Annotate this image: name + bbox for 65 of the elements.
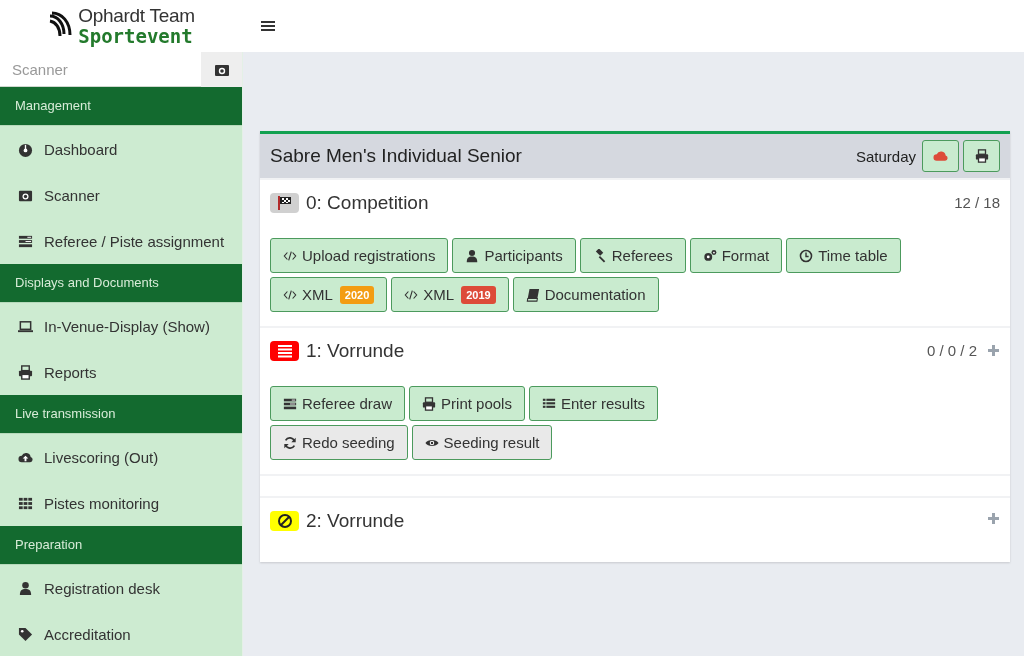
gauge-icon <box>18 141 33 157</box>
printer-icon <box>422 396 437 411</box>
clock-icon <box>799 248 814 263</box>
action-button[interactable]: Format <box>689 238 783 273</box>
sidebar-item[interactable]: Registration desk <box>0 565 242 611</box>
sidebar-section-header: Displays and Documents <box>0 264 242 303</box>
book-icon <box>525 287 540 302</box>
year-badge: 2019 <box>461 285 496 304</box>
sidebar-item[interactable]: Reports <box>0 349 242 395</box>
add-button[interactable] <box>987 344 1000 357</box>
bars-icon <box>283 396 297 411</box>
sidebar-item[interactable]: Accreditation <box>0 611 242 656</box>
ban-icon <box>276 513 293 529</box>
action-button[interactable]: Redo seeding <box>270 425 408 460</box>
stage-count: 12 / 18 <box>954 194 1000 211</box>
sidebar-section-header: Live transmission <box>0 395 242 434</box>
plus-icon <box>988 513 999 524</box>
sidebar-section-header: Management <box>0 87 242 126</box>
cloud-icon <box>933 150 948 162</box>
laptop-icon <box>18 318 33 334</box>
list-icon <box>541 396 556 411</box>
stage-count: 0 / 0 / 2 <box>926 342 977 359</box>
bars-icon <box>18 233 33 249</box>
action-button[interactable]: Referees <box>579 238 686 273</box>
stage-title: 1: Vorrunde <box>306 340 405 362</box>
sidebar-item[interactable]: Pistes monitoring <box>0 480 242 526</box>
menu-icon <box>261 20 275 32</box>
action-button[interactable]: Referee draw <box>270 386 406 421</box>
user-icon <box>465 248 480 263</box>
camera-button[interactable] <box>201 52 242 87</box>
sidebar-item[interactable]: In-Venue-Display (Show) <box>0 303 242 349</box>
action-button[interactable]: Upload registrations <box>270 238 449 273</box>
year-badge: 2020 <box>339 285 375 304</box>
print-button[interactable] <box>963 140 1000 172</box>
card-title: Sabre Men's Individual Senior <box>270 145 522 167</box>
list-icon <box>276 343 293 359</box>
action-button[interactable]: Seeding result <box>411 425 553 460</box>
action-button[interactable]: XML 2019 <box>391 277 509 312</box>
action-button[interactable]: Participants <box>452 238 576 273</box>
action-button[interactable]: XML 2020 <box>270 277 388 312</box>
tag-icon <box>18 626 33 642</box>
scanner-field[interactable]: Scanner <box>0 52 201 87</box>
sidebar-item[interactable]: Referee / Piste assignment <box>0 218 242 264</box>
action-button[interactable]: Enter results <box>528 386 659 421</box>
printer-icon <box>18 364 33 380</box>
action-button[interactable]: Time table <box>786 238 901 273</box>
action-button[interactable]: Print pools <box>409 386 525 421</box>
sidebar-item[interactable]: Dashboard <box>0 126 242 172</box>
grid-icon <box>18 495 33 511</box>
logo-text: Ophardt Team <box>78 6 195 26</box>
day-label: Saturday <box>855 147 916 165</box>
add-button[interactable] <box>987 512 1000 525</box>
sidebar-item[interactable]: Scanner <box>0 172 242 218</box>
user-icon <box>18 580 33 596</box>
action-button[interactable]: Documentation <box>512 277 659 312</box>
plus-icon <box>988 345 999 356</box>
stage-title: 0: Competition <box>306 192 429 214</box>
gears-icon <box>702 248 717 263</box>
printer-icon <box>974 149 989 163</box>
flag-icon <box>276 195 293 211</box>
sidebar-section-header: Preparation <box>0 526 242 565</box>
logo-subtitle: Sportevent <box>78 26 194 46</box>
refresh-icon <box>283 435 297 450</box>
sidebar-item[interactable]: Livescoring (Out) <box>0 434 242 480</box>
stage-title: 2: Vorrunde <box>306 510 405 532</box>
